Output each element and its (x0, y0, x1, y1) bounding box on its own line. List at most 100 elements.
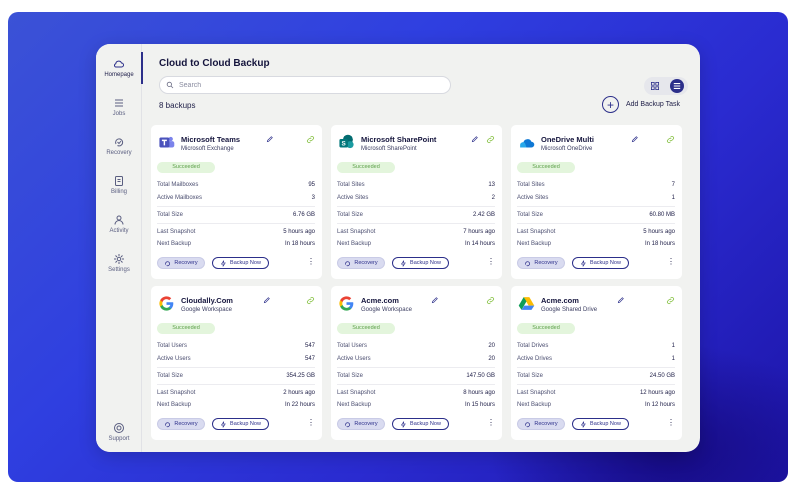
view-toggle[interactable] (644, 77, 688, 95)
divider (337, 223, 495, 224)
stat-label: Last Snapshot (337, 229, 376, 235)
stat-row: Active Mailboxes 3 (157, 195, 315, 201)
backup-now-button[interactable]: Backup Now (212, 257, 269, 269)
link-icon[interactable] (306, 135, 315, 144)
recovery-button[interactable]: Recovery (157, 418, 205, 430)
recovery-icon (165, 421, 171, 427)
stat-row: Active Sites 1 (517, 195, 675, 201)
app-window: Homepage Jobs Recovery Billing Activity … (96, 44, 700, 452)
divider (337, 384, 495, 385)
stat-label: Total Sites (517, 182, 545, 188)
link-icon[interactable] (666, 296, 675, 305)
stat-row: Last Snapshot 8 hours ago (337, 390, 495, 396)
backup-now-button[interactable]: Backup Now (392, 418, 449, 430)
stat-value: 6.76 GB (292, 212, 315, 218)
more-options-icon[interactable]: ⋮ (667, 258, 675, 266)
stat-value: 1 (671, 195, 675, 201)
stat-value: 2.42 GB (472, 212, 495, 218)
google-icon (158, 295, 175, 312)
sidebar-item-support[interactable]: Support (96, 422, 142, 442)
stat-row: Last Snapshot 5 hours ago (517, 229, 675, 235)
sidebar-item-billing[interactable]: Billing (96, 175, 142, 195)
sidebar-item-jobs[interactable]: Jobs (96, 97, 142, 117)
backup-now-label: Backup Now (230, 260, 261, 266)
divider (517, 206, 675, 207)
divider (157, 384, 315, 385)
stat-label: Active Drives (517, 356, 553, 362)
recovery-icon (115, 138, 124, 147)
more-options-icon[interactable]: ⋮ (487, 419, 495, 427)
more-options-icon[interactable]: ⋮ (487, 258, 495, 266)
stat-label: Total Users (337, 343, 368, 349)
backup-name: Microsoft SharePoint (361, 135, 437, 144)
sidebar-item-homepage[interactable]: Homepage (96, 52, 143, 84)
stat-value: 354.25 GB (286, 373, 315, 379)
sidebar-item-label: Homepage (104, 72, 134, 78)
stat-row: Total Users 20 (337, 343, 495, 349)
sidebar-item-label: Activity (109, 228, 129, 234)
sidebar-item-recovery[interactable]: Recovery (96, 136, 142, 156)
more-options-icon[interactable]: ⋮ (667, 419, 675, 427)
backup-card[interactable]: OneDrive Multi Microsoft OneDrive Succee… (511, 125, 682, 279)
backup-card[interactable]: S Microsoft SharePoint Microsoft SharePo… (331, 125, 502, 279)
recovery-button[interactable]: Recovery (517, 257, 565, 269)
sidebar-item-settings[interactable]: Settings (96, 253, 142, 273)
pencil-icon[interactable] (263, 296, 271, 304)
stat-value: 8 hours ago (463, 390, 495, 396)
link-icon[interactable] (306, 296, 315, 305)
stat-row: Active Sites 2 (337, 195, 495, 201)
backup-now-button[interactable]: Backup Now (392, 257, 449, 269)
more-options-icon[interactable]: ⋮ (307, 419, 315, 427)
backup-card[interactable]: Microsoft Teams Microsoft Exchange Succe… (151, 125, 322, 279)
more-options-icon[interactable]: ⋮ (307, 258, 315, 266)
bolt-icon (400, 420, 406, 428)
pencil-icon[interactable] (431, 296, 439, 304)
stat-row: Total Size 2.42 GB (337, 212, 495, 218)
divider (517, 367, 675, 368)
search-icon (166, 81, 174, 89)
add-backup-task-button[interactable]: + Add Backup Task (602, 96, 680, 113)
stat-label: Total Sites (337, 182, 365, 188)
backup-now-button[interactable]: Backup Now (572, 418, 629, 430)
pencil-icon[interactable] (631, 135, 639, 143)
divider (337, 367, 495, 368)
link-icon[interactable] (666, 135, 675, 144)
link-icon[interactable] (486, 296, 495, 305)
recovery-icon (525, 421, 531, 427)
cloud-icon (113, 60, 124, 68)
recovery-label: Recovery (174, 421, 198, 427)
grid-view-button[interactable] (648, 79, 662, 93)
search-input[interactable] (179, 81, 429, 89)
stat-label: Last Snapshot (517, 229, 556, 235)
backup-card[interactable]: Acme.com Google Workspace Succeeded Tota… (331, 286, 502, 440)
backup-card[interactable]: Acme.com Google Shared Drive Succeeded T… (511, 286, 682, 440)
list-view-button[interactable] (670, 79, 684, 93)
recovery-label: Recovery (534, 260, 558, 266)
bolt-icon (580, 259, 586, 267)
stat-label: Next Backup (157, 402, 192, 408)
backup-now-button[interactable]: Backup Now (212, 418, 269, 430)
recovery-button[interactable]: Recovery (337, 418, 385, 430)
stat-row: Total Size 147.50 GB (337, 373, 495, 379)
pencil-icon[interactable] (266, 135, 274, 143)
recovery-button[interactable]: Recovery (157, 257, 205, 269)
sidebar-item-activity[interactable]: Activity (96, 214, 142, 234)
stat-row: Last Snapshot 5 hours ago (157, 229, 315, 235)
onedrive-icon (518, 134, 535, 151)
recovery-button[interactable]: Recovery (337, 257, 385, 269)
sidebar-item-label: Recovery (106, 150, 132, 156)
stat-row: Last Snapshot 12 hours ago (517, 390, 675, 396)
stat-row: Total Size 6.76 GB (157, 212, 315, 218)
search-bar[interactable] (159, 76, 451, 94)
stat-row: Active Users 20 (337, 356, 495, 362)
stat-row: Total Size 24.50 GB (517, 373, 675, 379)
recovery-button[interactable]: Recovery (517, 418, 565, 430)
backup-card[interactable]: Cloudally.Com Google Workspace Succeeded… (151, 286, 322, 440)
stat-label: Last Snapshot (157, 390, 196, 396)
stat-label: Total Size (337, 373, 364, 379)
pencil-icon[interactable] (471, 135, 479, 143)
backup-now-button[interactable]: Backup Now (572, 257, 629, 269)
stat-row: Active Users 547 (157, 356, 315, 362)
link-icon[interactable] (486, 135, 495, 144)
pencil-icon[interactable] (617, 296, 625, 304)
